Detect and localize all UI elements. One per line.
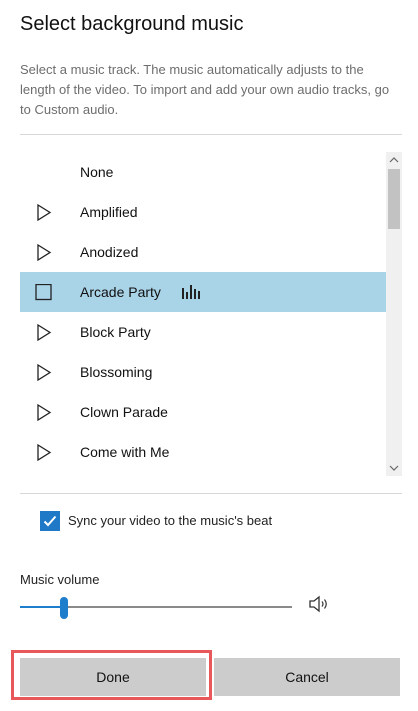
music-track-list[interactable]: None Amplified Anodized Arcade Party Block P… xyxy=(20,152,386,472)
track-label: Clown Parade xyxy=(80,404,168,420)
track-label: Arcade Party xyxy=(80,284,161,300)
play-icon[interactable] xyxy=(35,323,53,342)
track-row[interactable]: Block Party xyxy=(20,312,386,352)
scroll-up-arrow-icon[interactable] xyxy=(386,153,402,167)
equalizer-icon xyxy=(181,285,201,302)
track-label: Blossoming xyxy=(80,364,153,380)
play-icon[interactable] xyxy=(35,203,53,222)
track-row[interactable]: Anodized xyxy=(20,232,386,272)
track-row[interactable]: None xyxy=(20,152,386,192)
track-label: Come with Me xyxy=(80,444,170,460)
scrollbar-thumb[interactable] xyxy=(388,169,400,229)
track-label: Block Party xyxy=(80,324,151,340)
speaker-icon[interactable] xyxy=(308,594,332,619)
list-scrollbar[interactable] xyxy=(386,152,402,476)
track-row[interactable]: Clown Parade xyxy=(20,392,386,432)
dialog-title: Select background music xyxy=(20,13,244,35)
track-row[interactable]: Blossoming xyxy=(20,352,386,392)
play-icon[interactable] xyxy=(35,243,53,262)
track-row[interactable]: Come with Me xyxy=(20,432,386,472)
volume-slider-fill xyxy=(20,606,64,608)
checkmark-icon xyxy=(43,515,57,527)
cancel-button[interactable]: Cancel xyxy=(214,658,400,696)
track-label: None xyxy=(80,164,114,180)
track-label: Amplified xyxy=(80,204,138,220)
play-icon[interactable] xyxy=(35,363,53,382)
volume-slider-thumb[interactable] xyxy=(59,597,68,619)
done-button[interactable]: Done xyxy=(20,658,206,696)
divider-top xyxy=(20,134,402,135)
track-row[interactable]: Amplified xyxy=(20,192,386,232)
divider-bottom xyxy=(20,493,402,494)
dialog-description: Select a music track. The music automati… xyxy=(20,62,390,117)
music-volume-label: Music volume xyxy=(20,572,100,587)
scroll-down-arrow-icon[interactable] xyxy=(386,461,402,475)
play-icon[interactable] xyxy=(35,403,53,422)
sync-beat-checkbox[interactable] xyxy=(40,511,60,531)
sync-beat-label[interactable]: Sync your video to the music's beat xyxy=(68,513,272,528)
stop-icon[interactable] xyxy=(35,283,53,301)
play-icon[interactable] xyxy=(35,443,53,462)
track-label: Anodized xyxy=(80,244,139,260)
track-row[interactable]: Arcade Party xyxy=(20,272,386,312)
